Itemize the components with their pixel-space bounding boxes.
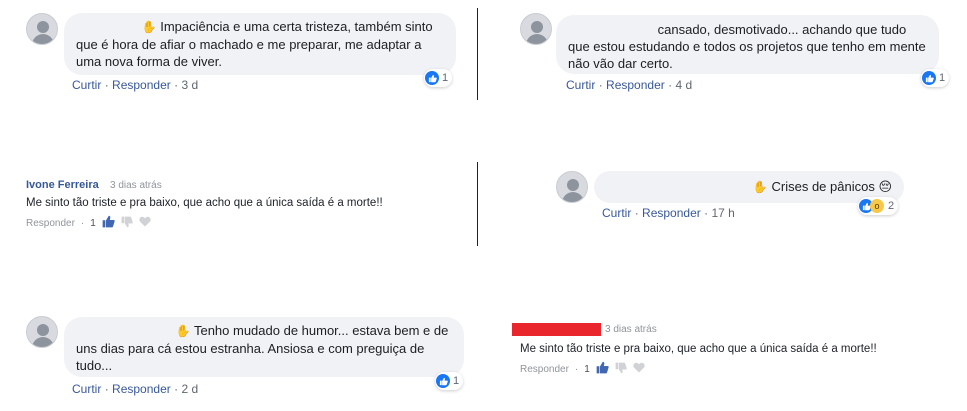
- divider-top: [477, 8, 478, 100]
- waving-hand-icon: ✋: [141, 20, 157, 34]
- thumbs-down-icon[interactable]: [121, 216, 133, 231]
- comment-actions: Curtir · Responder · 2 d: [72, 382, 199, 396]
- reaction-summary[interactable]: 1: [921, 69, 950, 87]
- like-link[interactable]: Curtir: [72, 78, 101, 92]
- like-count: 1: [584, 363, 590, 375]
- timestamp[interactable]: 2 d: [181, 382, 198, 396]
- timestamp[interactable]: 17 h: [711, 206, 734, 220]
- wow-reaction-icon: o: [870, 199, 884, 213]
- reaction-summary[interactable]: 1: [424, 69, 453, 87]
- reaction-summary[interactable]: o 2: [858, 197, 899, 215]
- timestamp[interactable]: 3 dias atrás: [605, 324, 657, 335]
- comment-actions: Curtir · Responder · 17 h: [602, 206, 735, 220]
- comment-actions: Responder · 1: [520, 361, 645, 377]
- comment-text: Me sinto tão triste e pra baixo, que ach…: [520, 343, 877, 355]
- redacted-name-bar: [512, 323, 601, 336]
- reaction-count: 1: [453, 375, 460, 387]
- divider-middle: [477, 162, 478, 246]
- comment-bubble: ✋ Crises de pânicos 😔: [594, 171, 904, 203]
- timestamp[interactable]: 4 d: [675, 78, 692, 92]
- reaction-count: 1: [442, 72, 449, 84]
- like-link[interactable]: Curtir: [602, 206, 631, 220]
- redacted-author: [76, 19, 138, 31]
- reaction-count: 2: [888, 200, 895, 212]
- commenter-name[interactable]: Ivone Ferreira: [26, 179, 99, 191]
- reply-link[interactable]: Responder: [642, 206, 701, 220]
- reaction-summary[interactable]: 1: [435, 372, 464, 390]
- like-reaction-icon: [436, 374, 450, 388]
- like-reaction-icon: [922, 71, 936, 85]
- thumbs-down-icon[interactable]: [615, 362, 627, 377]
- thumbs-up-icon[interactable]: [102, 215, 115, 231]
- waving-hand-icon: ✋: [175, 324, 191, 338]
- like-link[interactable]: Curtir: [72, 382, 101, 396]
- like-reaction-icon: [425, 71, 439, 85]
- comment-bubble: ✋ Tenho mudado de humor... estava bem e …: [64, 317, 464, 377]
- reply-link[interactable]: Responder: [26, 218, 75, 229]
- comment-actions: Responder · 1: [26, 215, 151, 231]
- timestamp[interactable]: 3 d: [181, 78, 198, 92]
- reaction-count: 1: [939, 72, 946, 84]
- comment-text: Crises de pânicos 😔: [771, 179, 893, 194]
- comment-bubble: cansado, desmotivado... achando que tudo…: [556, 15, 939, 74]
- avatar[interactable]: [520, 13, 552, 45]
- timestamp[interactable]: 3 dias atrás: [110, 180, 162, 191]
- reply-link[interactable]: Responder: [112, 382, 171, 396]
- comment-text: Me sinto tão triste e pra baixo, que ach…: [26, 197, 383, 209]
- redacted-author: [76, 323, 172, 335]
- comment-actions: Curtir · Responder · 4 d: [566, 78, 693, 92]
- thumbs-up-icon[interactable]: [596, 361, 609, 377]
- like-count: 1: [90, 217, 96, 229]
- reply-link[interactable]: Responder: [112, 78, 171, 92]
- heart-icon[interactable]: [139, 216, 151, 230]
- reply-link[interactable]: Responder: [606, 78, 665, 92]
- reply-link[interactable]: Responder: [520, 364, 569, 375]
- heart-icon[interactable]: [633, 362, 645, 376]
- comment-actions: Curtir · Responder · 3 d: [72, 78, 199, 92]
- avatar[interactable]: [26, 316, 58, 348]
- like-link[interactable]: Curtir: [566, 78, 595, 92]
- redacted-author: [568, 22, 654, 34]
- avatar[interactable]: [556, 171, 588, 203]
- avatar[interactable]: [26, 13, 58, 45]
- comment-bubble: ✋ Impaciência e uma certa tristeza, tamb…: [64, 13, 456, 75]
- waving-hand-icon: ✋: [752, 180, 768, 194]
